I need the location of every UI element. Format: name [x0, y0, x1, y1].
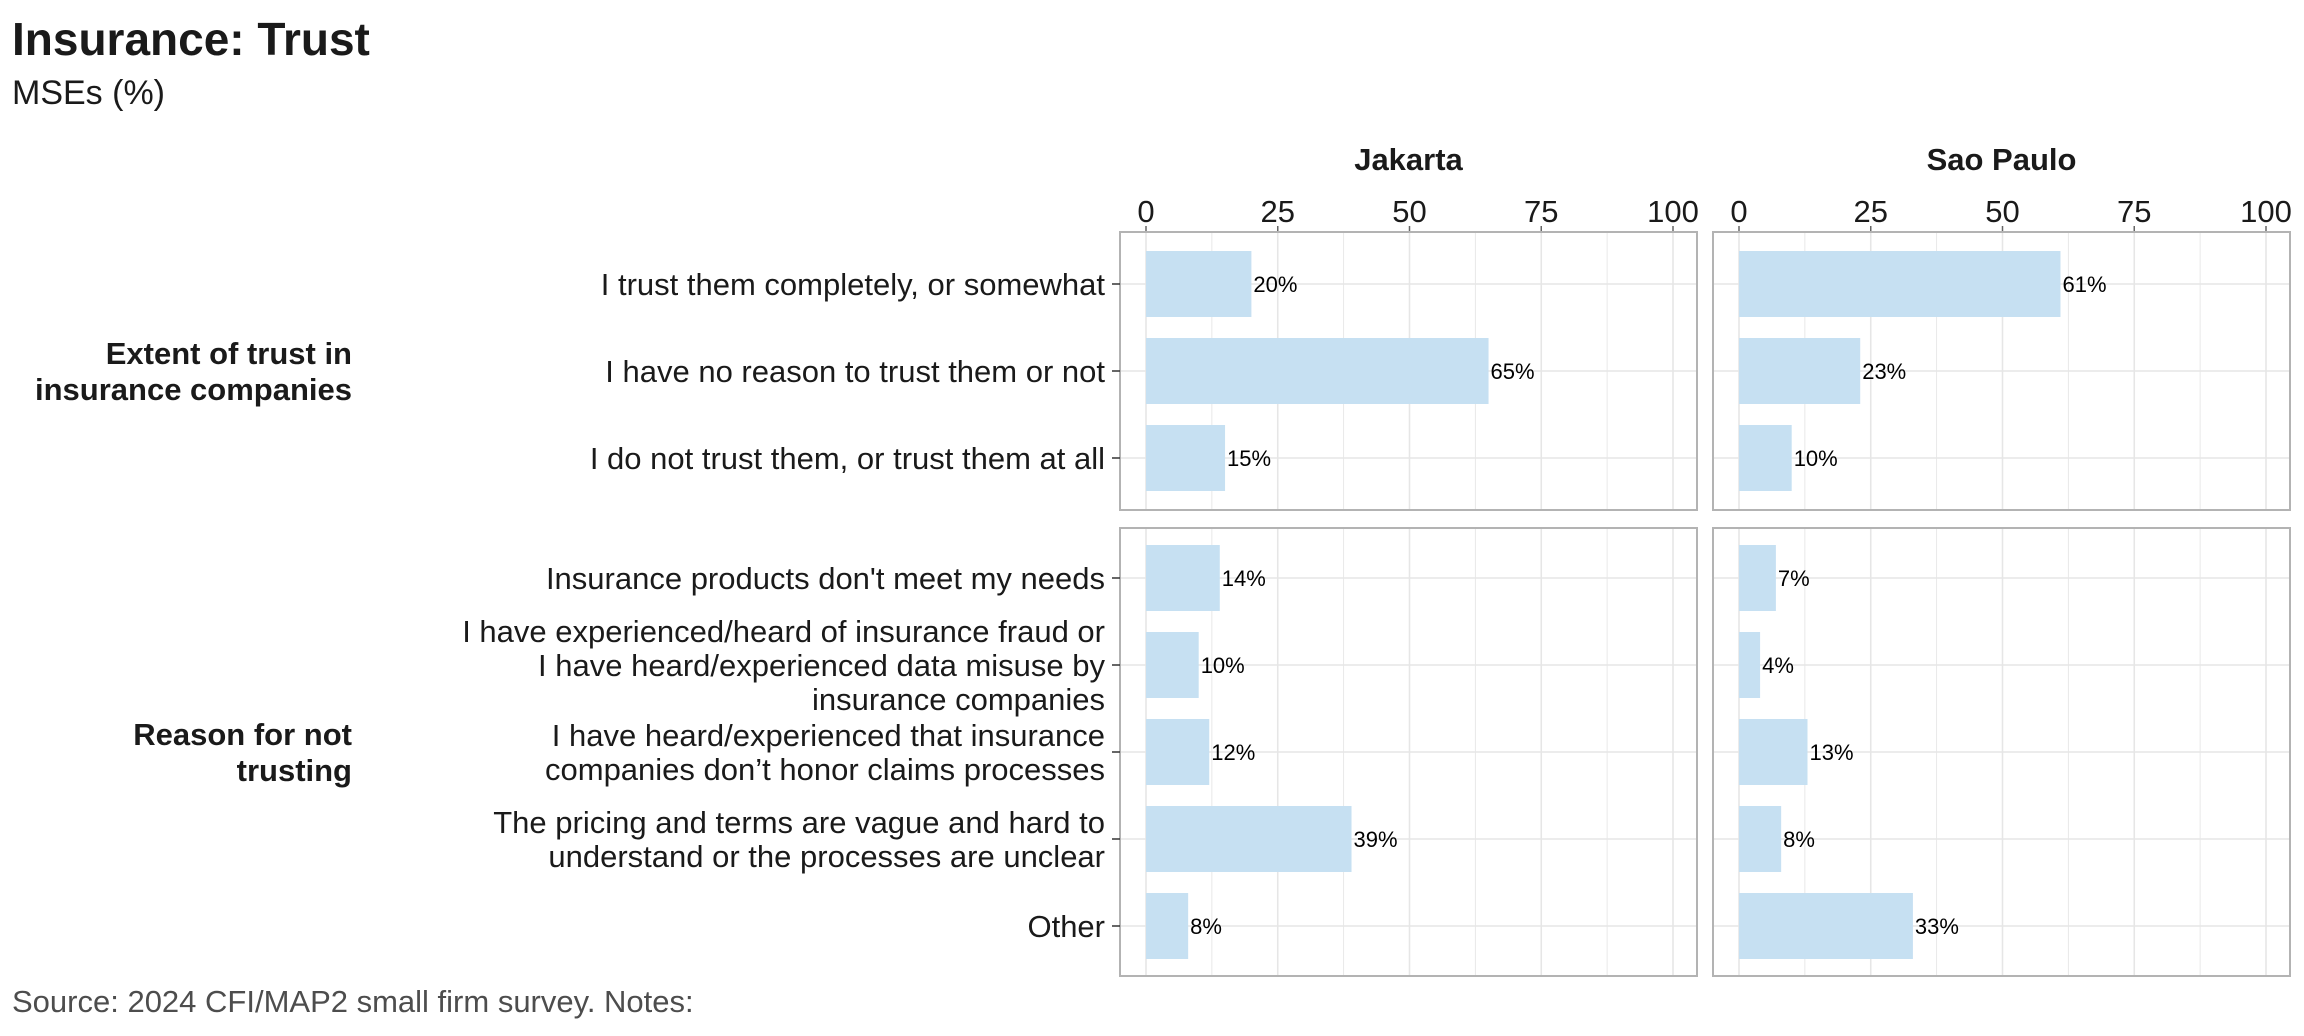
- group-label-0: Extent of trust in insurance companies: [35, 336, 352, 407]
- category-label: I trust them completely, or somewhat: [601, 267, 1106, 302]
- x-tick-label: 100: [1647, 194, 1699, 229]
- bar-reason-4: [1739, 893, 1913, 959]
- category-label: I have no reason to trust them or not: [605, 354, 1105, 389]
- group-label-1: Reason for not trusting: [133, 717, 352, 788]
- bar-extent-0: [1739, 251, 2061, 317]
- category-label: Other: [1027, 909, 1105, 944]
- x-tick-label: 0: [1137, 194, 1154, 229]
- facet-label-0: Jakarta: [1354, 142, 1463, 177]
- x-tick-label: 0: [1730, 194, 1747, 229]
- bar-reason-3: [1739, 806, 1782, 872]
- bar-extent-1: [1146, 338, 1489, 404]
- data-label: 33%: [1915, 914, 1959, 939]
- data-label: 39%: [1354, 827, 1398, 852]
- category-label: I have experienced/heard of insurance fr…: [462, 614, 1105, 717]
- data-label: 8%: [1190, 914, 1222, 939]
- bar-reason-0: [1146, 545, 1220, 611]
- category-label: I have heard/experienced that insurance c…: [545, 718, 1105, 787]
- x-tick-label: 100: [2240, 194, 2292, 229]
- data-label: 61%: [2062, 272, 2106, 297]
- x-tick-label: 50: [1392, 194, 1426, 229]
- x-tick-label: 50: [1985, 194, 2019, 229]
- data-label: 7%: [1778, 566, 1810, 591]
- source-note: Source: 2024 CFI/MAP2 small firm survey.…: [12, 984, 694, 1019]
- data-label: 65%: [1491, 359, 1535, 384]
- data-label: 15%: [1227, 446, 1271, 471]
- bar-reason-3: [1146, 806, 1352, 872]
- x-tick-label: 75: [2117, 194, 2151, 229]
- bar-reason-1: [1739, 632, 1761, 698]
- x-tick-label: 25: [1854, 194, 1888, 229]
- data-label: 13%: [1810, 740, 1854, 765]
- category-label: Insurance products don't meet my needs: [546, 561, 1105, 596]
- bar-reason-0: [1739, 545, 1776, 611]
- facet-label-1: Sao Paulo: [1927, 142, 2077, 177]
- category-label: I do not trust them, or trust them at al…: [590, 441, 1105, 476]
- bar-extent-0: [1146, 251, 1252, 317]
- bar-reason-2: [1739, 719, 1808, 785]
- data-label: 4%: [1762, 653, 1794, 678]
- data-label: 10%: [1794, 446, 1838, 471]
- data-label: 8%: [1783, 827, 1815, 852]
- x-tick-label: 25: [1261, 194, 1295, 229]
- bar-reason-1: [1146, 632, 1199, 698]
- bar-extent-2: [1146, 425, 1226, 491]
- faceted-bar-chart: Jakarta 0 25 50 75 100 Sao Paulo 0 25 50 75 100 20% 6…: [35, 142, 2292, 977]
- data-label: 23%: [1862, 359, 1906, 384]
- data-label: 14%: [1222, 566, 1266, 591]
- bar-reason-4: [1146, 893, 1189, 959]
- category-label: The pricing and terms are vague and hard…: [493, 805, 1105, 874]
- data-label: 20%: [1253, 272, 1297, 297]
- data-label: 12%: [1211, 740, 1255, 765]
- x-tick-label: 75: [1524, 194, 1558, 229]
- bar-extent-1: [1739, 338, 1861, 404]
- bar-reason-2: [1146, 719, 1210, 785]
- bar-extent-2: [1739, 425, 1792, 491]
- data-label: 10%: [1201, 653, 1245, 678]
